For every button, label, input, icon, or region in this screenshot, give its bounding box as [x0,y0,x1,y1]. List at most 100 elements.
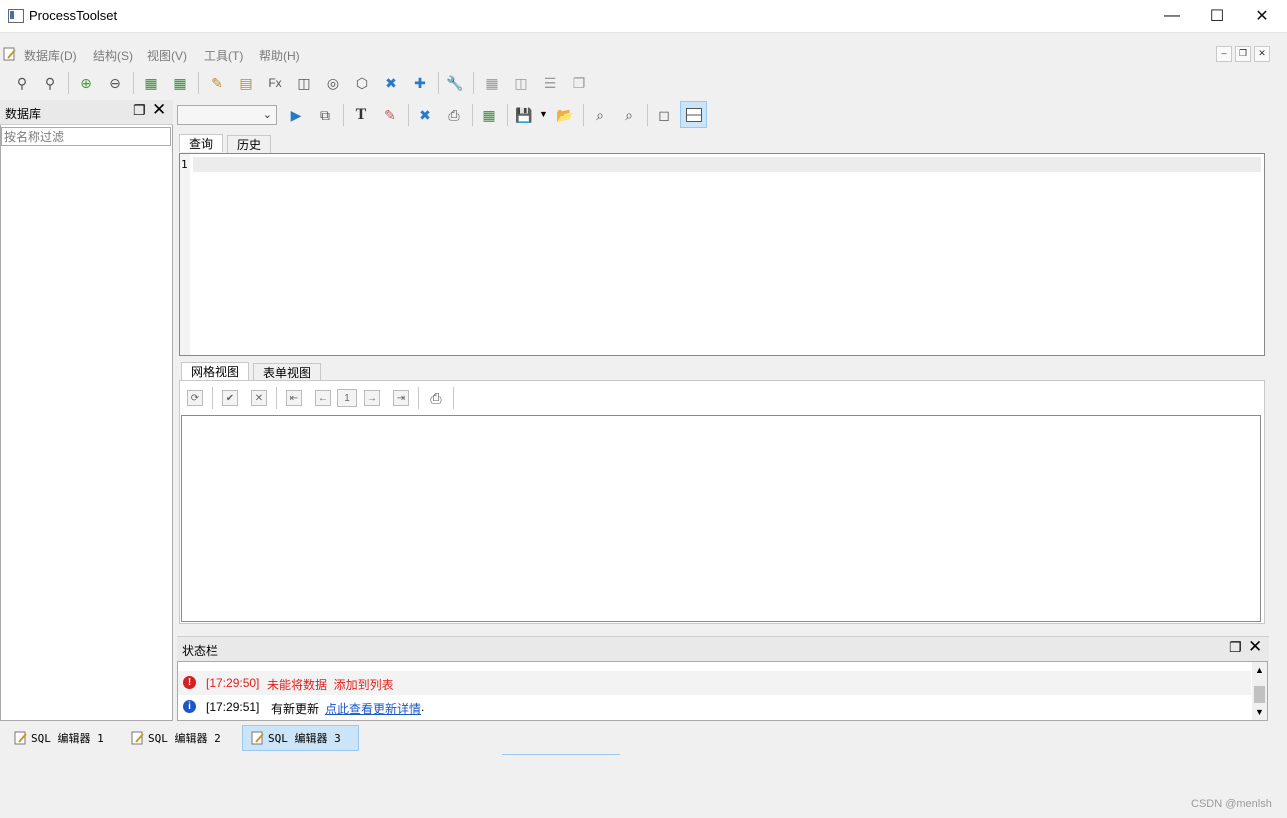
open-folder-icon[interactable]: 📂 [555,105,575,125]
doc-tab-1[interactable]: SQL 编辑器 1 [6,725,112,751]
dock-float-icon[interactable]: ❐ [133,102,146,119]
find-icon[interactable]: ⌕ [590,105,610,125]
package-icon[interactable]: ⬡ [352,73,372,93]
format-icon[interactable]: ✖ [415,105,435,125]
next-page-icon[interactable]: → [364,390,380,406]
new-query-icon[interactable]: ▦ [479,105,499,125]
document-icon [251,731,264,745]
sequence-icon[interactable]: ◎ [323,73,343,93]
tile-vertical-icon[interactable]: ◫ [511,73,531,93]
connect-icon[interactable]: ⚲ [12,73,32,93]
status-bar: CSDN @menlsh [0,795,1287,818]
previous-page-icon[interactable]: ← [315,390,331,406]
current-line-highlight [193,157,1261,172]
watermark: CSDN @menlsh [1191,798,1272,810]
connection-select[interactable]: ⌄ [177,105,277,125]
separator [473,72,474,94]
update-details-link[interactable]: 点此查看更新详情 [325,700,421,717]
run-icon[interactable]: ▶ [286,105,306,125]
remove-database-icon[interactable]: ⊖ [105,73,125,93]
main-toolbar: ⚲ ⚲ ⊕ ⊖ ▦ ▦ ✎ ▤ Fx ◫ ◎ ⬡ ✖ ✚ 🔧 ▦ ◫ ☰ ❐ [0,68,1287,98]
error-time: [17:29:50] [206,676,260,690]
dock-close-icon[interactable]: ✕ [1248,637,1262,657]
info-text: 有新更新 [271,702,320,716]
doc-tab-3[interactable]: SQL 编辑器 3 [242,725,359,751]
title-bar: ProcessToolset — ☐ ✕ [0,0,1287,33]
document-icon [14,731,27,745]
status-row-info: i [17:29:51] 有新更新 点此查看更新详情 . [178,695,1251,719]
tab-query[interactable]: 查询 [179,134,224,152]
last-page-icon[interactable]: ⇥ [393,390,409,406]
mdi-minimize-button[interactable]: – [1216,46,1232,62]
separator [343,104,344,126]
filter-input[interactable] [1,127,171,146]
separator [198,72,199,94]
new-table-icon[interactable]: ▦ [141,73,161,93]
separator [507,104,508,126]
title-separator [3,33,1287,43]
menu-structure[interactable]: 结构(S) [93,47,133,64]
tab-history[interactable]: 历史 [227,135,272,153]
menu-view[interactable]: 视图(V) [147,47,187,64]
mdi-close-button[interactable]: ✕ [1254,46,1270,62]
separator [276,387,277,409]
cascade-icon[interactable]: ❐ [569,73,589,93]
add-database-icon[interactable]: ⊕ [76,73,96,93]
print-icon[interactable]: ⎙ [444,105,464,125]
apply-icon[interactable]: ✔ [222,390,238,406]
menu-tools[interactable]: 工具(T) [204,47,243,64]
replace-icon[interactable]: ⌕ [619,105,639,125]
tile-horizontal-icon[interactable]: ☰ [540,73,560,93]
error-text: 未能将数据 添加到列表 [267,678,394,692]
refresh-icon[interactable]: ⟳ [187,390,203,406]
first-page-icon[interactable]: ⇤ [286,390,302,406]
maximize-button[interactable]: ☐ [1194,0,1240,31]
dock-close-icon[interactable]: ✕ [152,100,166,120]
doc-tab-label: SQL 编辑器 3 [268,732,341,745]
status-dock-title: 状态栏 [182,644,219,658]
status-scrollbar[interactable]: ▲ ▼ [1252,662,1267,720]
separator [133,72,134,94]
results-grid[interactable] [181,415,1261,622]
close-button[interactable]: ✕ [1239,0,1285,31]
disconnect-icon[interactable]: ⚲ [40,73,60,93]
doc-tab-label: SQL 编辑器 1 [31,732,104,745]
collapse-icon[interactable]: ✖ [381,73,401,93]
layout-vertical-icon[interactable]: ◻ [654,105,674,125]
save-dropdown-icon[interactable]: ▼ [539,109,548,119]
document-icon [131,731,144,745]
separator [68,72,69,94]
info-time: [17:29:51] [206,700,260,714]
save-icon[interactable]: 💾 [514,105,534,125]
menu-help[interactable]: 帮助(H) [259,47,300,64]
minimize-button[interactable]: — [1149,0,1195,31]
function-icon[interactable]: Fx [265,73,285,93]
tab-form-view[interactable]: 表单视图 [253,363,322,381]
dock-float-icon[interactable]: ❐ [1229,639,1242,656]
mdi-restore-button[interactable]: ❐ [1235,46,1251,62]
text-icon[interactable]: T [351,105,371,125]
procedure-icon[interactable]: ▤ [236,73,256,93]
expand-icon[interactable]: ✚ [410,73,430,93]
clear-icon[interactable]: ✎ [380,105,400,125]
page-number-input[interactable]: 1 [337,389,357,407]
tile-icon[interactable]: ▦ [482,73,502,93]
database-dock [0,100,173,721]
clipped-log-row [186,661,1086,665]
menu-database[interactable]: 数据库(D) [24,47,77,64]
scroll-up-icon[interactable]: ▲ [1255,665,1264,675]
trigger-icon[interactable]: ◫ [294,73,314,93]
layout-horizontal-icon[interactable] [680,101,707,128]
wrench-icon[interactable]: 🔧 [445,73,465,93]
edit-icon[interactable]: ✎ [207,73,227,93]
scroll-thumb[interactable] [1254,686,1265,703]
cancel-icon[interactable]: ✕ [251,390,267,406]
doc-tab-2[interactable]: SQL 编辑器 2 [123,725,229,751]
tab-grid-view[interactable]: 网格视图 [181,362,250,380]
scroll-down-icon[interactable]: ▼ [1255,707,1264,717]
sql-editor[interactable] [179,153,1265,356]
print-results-icon[interactable]: ⎙ [426,388,446,408]
new-view-icon[interactable]: ▦ [170,73,190,93]
separator [212,387,213,409]
explain-icon[interactable]: ⧉ [315,105,335,125]
